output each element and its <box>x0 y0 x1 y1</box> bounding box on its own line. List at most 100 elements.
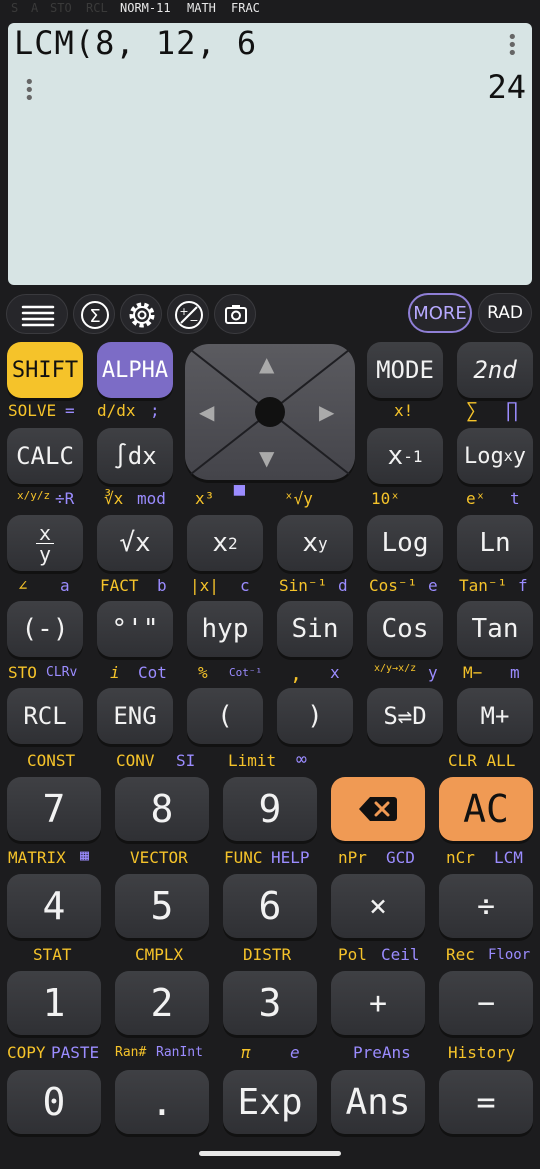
label-bar-icon: ▀ <box>234 486 245 507</box>
key-6[interactable]: 6 <box>223 874 317 938</box>
rad-button[interactable]: RAD <box>478 293 532 333</box>
label-cot-inverse: Cot⁻¹ <box>229 666 263 679</box>
key-5[interactable]: 5 <box>115 874 209 938</box>
calculator-display[interactable] <box>8 23 532 285</box>
key-4[interactable]: 4 <box>7 874 101 938</box>
arrow-left-icon[interactable]: ◀ <box>199 400 214 424</box>
label-fact: FACT <box>100 576 139 595</box>
label-semicolon: ; <box>150 401 160 420</box>
integral-key[interactable]: ∫dx <box>97 428 173 484</box>
camera-icon <box>225 305 247 324</box>
key-0[interactable]: 0 <box>7 1070 101 1134</box>
ac-key[interactable]: AC <box>439 777 533 841</box>
camera-button[interactable] <box>214 294 256 334</box>
label-preans: PreAns <box>353 1043 411 1062</box>
cos-key[interactable]: Cos <box>367 601 443 657</box>
label-solve-eq: = <box>65 401 75 420</box>
second-key[interactable]: 2nd <box>457 342 533 398</box>
plus-key[interactable]: + <box>331 971 425 1035</box>
right-paren-key[interactable]: ) <box>277 688 353 744</box>
label-ran-hash: Ran# <box>115 1045 147 1060</box>
ln-key[interactable]: Ln <box>457 515 533 571</box>
arrow-right-icon[interactable]: ▶ <box>319 400 334 424</box>
label-i: i <box>110 663 120 682</box>
inverse-key[interactable]: x -1 <box>367 428 443 484</box>
sum-icon: Σ <box>81 301 109 329</box>
ans-key[interactable]: Ans <box>331 1070 425 1134</box>
label-d: d <box>338 576 348 595</box>
label-product: ∏ <box>506 398 519 422</box>
inverse-exp: -1 <box>403 446 423 466</box>
tan-key[interactable]: Tan <box>457 601 533 657</box>
label-vector: VECTOR <box>130 848 188 867</box>
home-indicator[interactable] <box>199 1151 341 1156</box>
svg-text:+: + <box>179 305 188 318</box>
menu-button[interactable] <box>6 294 68 334</box>
sqrt-key[interactable]: √x <box>97 515 173 571</box>
alpha-key[interactable]: ALPHA <box>97 342 173 398</box>
power-key[interactable]: xy <box>277 515 353 571</box>
rcl-key[interactable]: RCL <box>7 688 83 744</box>
arrow-up-icon[interactable]: ▲ <box>259 352 274 376</box>
plus-minus-button[interactable]: + − <box>167 294 209 334</box>
label-sto: STO <box>8 663 37 682</box>
label-tan-inverse: Tan⁻¹ <box>459 576 508 595</box>
direction-pad[interactable]: ▲ ▼ ◀ ▶ <box>185 344 355 480</box>
left-paren-key[interactable]: ( <box>187 688 263 744</box>
divide-key[interactable]: ÷ <box>439 874 533 938</box>
label-copy: COPY <box>7 1043 46 1062</box>
status-sto: STO <box>50 1 72 15</box>
label-ranint: RanInt <box>156 1045 203 1060</box>
logxy-key[interactable]: Log x y <box>457 428 533 484</box>
square-key[interactable]: x2 <box>187 515 263 571</box>
label-stat: STAT <box>33 945 72 964</box>
degree-key[interactable]: °'" <box>97 601 173 657</box>
label-rec: Rec <box>446 945 475 964</box>
label-pi: π <box>241 1043 251 1062</box>
key-9[interactable]: 9 <box>223 777 317 841</box>
mode-key[interactable]: MODE <box>367 342 443 398</box>
power-base: x <box>302 528 318 558</box>
label-f: f <box>518 576 528 595</box>
status-math: MATH <box>187 1 216 15</box>
minus-key[interactable]: − <box>439 971 533 1035</box>
square-exp: 2 <box>228 533 238 553</box>
equals-key[interactable]: = <box>439 1070 533 1134</box>
m-plus-key[interactable]: M+ <box>457 688 533 744</box>
key-1[interactable]: 1 <box>7 971 101 1035</box>
delete-key[interactable] <box>331 777 425 841</box>
s-to-d-key[interactable]: S⇌D <box>367 688 443 744</box>
more-button[interactable]: MORE <box>408 293 472 333</box>
key-2[interactable]: 2 <box>115 971 209 1035</box>
decimal-key[interactable]: . <box>115 1070 209 1134</box>
log-key[interactable]: Log <box>367 515 443 571</box>
key-8[interactable]: 8 <box>115 777 209 841</box>
label-lcm: LCM <box>494 848 523 867</box>
key-7[interactable]: 7 <box>7 777 101 841</box>
svg-text:Σ: Σ <box>89 306 100 327</box>
multiply-key[interactable]: × <box>331 874 425 938</box>
history-handle-icon[interactable]: • • • <box>24 74 35 108</box>
label-angle: ∠ <box>18 576 28 595</box>
label-func: FUNC <box>224 848 263 867</box>
calc-key[interactable]: CALC <box>7 428 83 484</box>
sum-button[interactable]: Σ <box>73 294 115 334</box>
label-cbrt: ∛x <box>104 489 124 508</box>
exp-key[interactable]: Exp <box>223 1070 317 1134</box>
display-menu-icon[interactable]: • • • <box>507 29 518 63</box>
eng-key[interactable]: ENG <box>97 688 173 744</box>
negative-key[interactable]: (-) <box>7 601 83 657</box>
fraction-bottom: y <box>38 541 52 566</box>
expression-text: LCM(8, 12, 6 <box>14 24 258 62</box>
label-solve: SOLVE <box>8 401 57 420</box>
label-m-minus: M− <box>463 663 483 682</box>
settings-icon <box>129 302 155 328</box>
arrow-down-icon[interactable]: ▼ <box>259 446 274 470</box>
key-3[interactable]: 3 <box>223 971 317 1035</box>
hyp-key[interactable]: hyp <box>187 601 263 657</box>
label-gcd: GCD <box>386 848 415 867</box>
settings-button[interactable] <box>120 294 162 334</box>
sin-key[interactable]: Sin <box>277 601 353 657</box>
fraction-key[interactable]: xy <box>7 515 83 571</box>
shift-key[interactable]: SHIFT <box>7 342 83 398</box>
